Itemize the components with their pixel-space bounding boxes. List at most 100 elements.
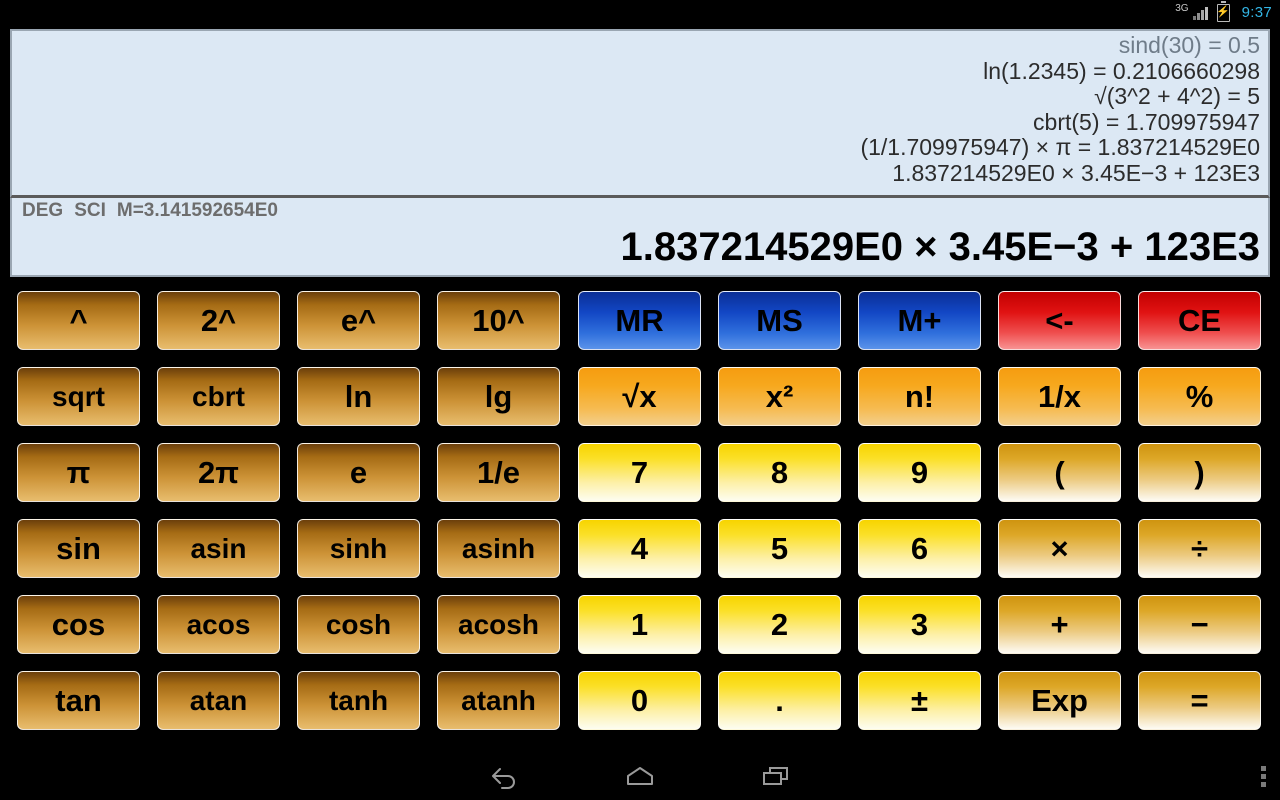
key-euler[interactable]: e	[297, 443, 420, 502]
key-acosh[interactable]: acosh	[437, 595, 560, 654]
key-8[interactable]: 8	[718, 443, 841, 502]
key-sqrt[interactable]: √x	[578, 367, 701, 426]
history-line: √(3^2 + 4^2) = 5	[1094, 83, 1260, 109]
key-label: asin	[190, 532, 247, 564]
expression-field[interactable]: 1.837214529E0 × 3.45E−3 + 123E3	[20, 224, 1260, 275]
history-panel[interactable]: sind(30) = 0.5 ln(1.2345) = 0.2106660298…	[10, 29, 1270, 198]
key-label: MS	[756, 303, 803, 338]
recent-apps-icon[interactable]	[753, 759, 799, 793]
key-9[interactable]: 9	[858, 443, 981, 502]
key-memory-recall[interactable]: MR	[578, 291, 701, 350]
key-tan[interactable]: tan	[17, 671, 140, 730]
keypad-row: sqrt cbrt ln lg √x x² n! 1/x%	[0, 364, 1280, 440]
key-7[interactable]: 7	[578, 443, 701, 502]
key-memory-store[interactable]: MS	[718, 291, 841, 350]
key-cos[interactable]: cos	[17, 595, 140, 654]
key-label: cos	[51, 607, 106, 642]
angle-mode-badge[interactable]: DEG	[22, 200, 63, 222]
key-1[interactable]: 1	[578, 595, 701, 654]
key-tanh[interactable]: tanh	[297, 671, 420, 730]
key-asinh[interactable]: asinh	[437, 519, 560, 578]
key-0[interactable]: 0	[578, 671, 701, 730]
key-label: 0	[630, 683, 649, 718]
key-3[interactable]: 3	[858, 595, 981, 654]
key-cbrt-func[interactable]: cbrt	[157, 367, 280, 426]
key-sqrt-func[interactable]: sqrt	[17, 367, 140, 426]
key-paren-close[interactable]: )	[1138, 443, 1261, 502]
key-divide[interactable]: ÷	[1138, 519, 1261, 578]
notation-mode-badge[interactable]: SCI	[74, 200, 106, 222]
key-label: 2	[770, 607, 789, 642]
key-label: sqrt	[52, 380, 105, 412]
key-5[interactable]: 5	[718, 519, 841, 578]
keypad-row: ^ 2^ e^ 10^ MR MS M+ <- CE	[0, 288, 1280, 364]
back-arrow-icon[interactable]	[481, 759, 527, 793]
key-ten-pow[interactable]: 10^	[437, 291, 560, 350]
calculator-app: 3G ⚡ 9:37 sind(30) = 0.5 ln(1.2345) = 0.…	[0, 0, 1280, 800]
key-e-pow[interactable]: e^	[297, 291, 420, 350]
key-two-pi[interactable]: 2π	[157, 443, 280, 502]
key-atan[interactable]: atan	[157, 671, 280, 730]
key-backspace[interactable]: <-	[998, 291, 1121, 350]
key-label: ±	[910, 683, 928, 718]
key-label: =	[1190, 683, 1209, 718]
overflow-menu-icon[interactable]	[1261, 752, 1266, 800]
key-acos[interactable]: acos	[157, 595, 280, 654]
key-label: cosh	[325, 608, 392, 640]
key-label: ÷	[1190, 531, 1208, 566]
key-memory-add[interactable]: M+	[858, 291, 981, 350]
key-pi[interactable]: π	[17, 443, 140, 502]
key-exponent[interactable]: Exp	[998, 671, 1121, 730]
home-icon[interactable]	[617, 759, 663, 793]
key-label: π	[66, 455, 91, 490]
key-add[interactable]: +	[998, 595, 1121, 654]
key-two-pow[interactable]: 2^	[157, 291, 280, 350]
key-label: .	[775, 683, 784, 718]
key-factorial[interactable]: n!	[858, 367, 981, 426]
key-decimal[interactable]: .	[718, 671, 841, 730]
clock-time: 9:37	[1241, 4, 1272, 21]
key-label: M+	[897, 303, 942, 338]
key-label: sinh	[329, 532, 388, 564]
key-lg[interactable]: lg	[437, 367, 560, 426]
key-2[interactable]: 2	[718, 595, 841, 654]
key-label: 2^	[200, 303, 237, 338]
history-line: (1/1.709975947) × π = 1.837214529E0	[860, 134, 1260, 160]
key-label: e	[349, 455, 368, 490]
key-ln[interactable]: ln	[297, 367, 420, 426]
keypad-row: tan atan tanh atanh 0. ± Exp =	[0, 668, 1280, 744]
key-cosh[interactable]: cosh	[297, 595, 420, 654]
key-sinh[interactable]: sinh	[297, 519, 420, 578]
history-line: 1.837214529E0 × 3.45E−3 + 123E3	[892, 159, 1260, 186]
key-percent[interactable]: %	[1138, 367, 1261, 426]
key-6[interactable]: 6	[858, 519, 981, 578]
input-panel[interactable]: DEG SCI M=3.141592654E0 1.837214529E0 × …	[10, 198, 1270, 277]
key-square[interactable]: x²	[718, 367, 841, 426]
key-subtract[interactable]: −	[1138, 595, 1261, 654]
key-clear-entry[interactable]: CE	[1138, 291, 1261, 350]
network-type-label: 3G	[1175, 2, 1189, 14]
key-label: n!	[904, 379, 935, 414]
key-atanh[interactable]: atanh	[437, 671, 560, 730]
key-sign-toggle[interactable]: ±	[858, 671, 981, 730]
signal-bars-icon	[1192, 6, 1208, 20]
key-power[interactable]: ^	[17, 291, 140, 350]
key-label: cbrt	[192, 380, 245, 412]
key-sin[interactable]: sin	[17, 519, 140, 578]
key-label: 8	[770, 455, 789, 490]
key-reciprocal[interactable]: 1/x	[998, 367, 1121, 426]
key-multiply[interactable]: ×	[998, 519, 1121, 578]
status-bar-indicators: 3G ⚡ 9:37	[1175, 1, 1272, 22]
key-label: MR	[615, 303, 664, 338]
key-label: 6	[910, 531, 929, 566]
key-asin[interactable]: asin	[157, 519, 280, 578]
key-4[interactable]: 4	[578, 519, 701, 578]
key-label: ^	[69, 303, 88, 338]
key-label: 4	[630, 531, 649, 566]
key-paren-open[interactable]: (	[998, 443, 1121, 502]
key-equals[interactable]: =	[1138, 671, 1261, 730]
key-inverse-e[interactable]: 1/e	[437, 443, 560, 502]
key-label: x²	[765, 379, 794, 414]
key-label: e^	[340, 303, 377, 338]
key-label: ×	[1050, 531, 1069, 566]
